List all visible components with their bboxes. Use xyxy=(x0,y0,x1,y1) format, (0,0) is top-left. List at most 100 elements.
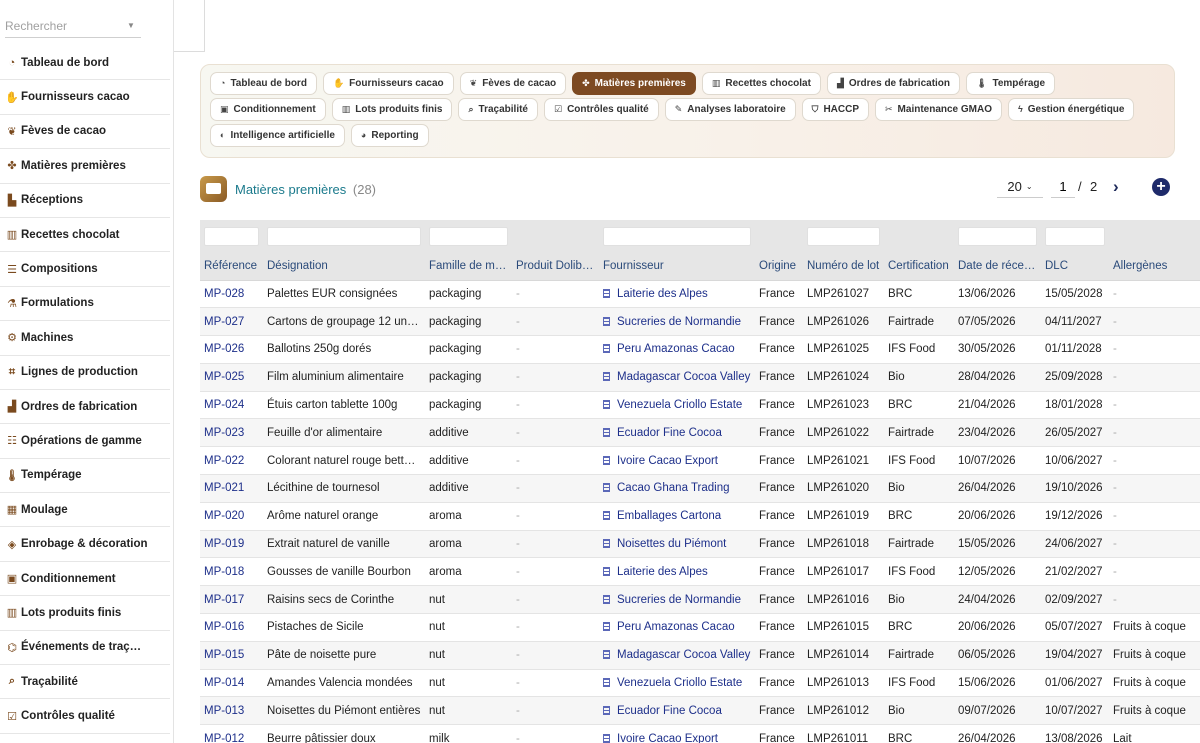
sidebar-item[interactable]: ✤ Matières premières xyxy=(0,149,170,184)
reference-link[interactable]: MP-027 xyxy=(200,307,263,337)
reference-link[interactable]: MP-021 xyxy=(200,474,263,503)
module-chip[interactable]: 🌡 Tempérage xyxy=(966,71,1056,95)
reference-link[interactable]: MP-019 xyxy=(200,530,263,559)
reference-link[interactable]: MP-026 xyxy=(200,335,263,364)
table-row[interactable]: MP-026 Ballotins 250g dorés packaging - Peru… xyxy=(200,335,1200,364)
supplier-link[interactable]: Peru Amazonas Cacao xyxy=(599,335,755,364)
sidebar-item[interactable]: ☑ Contrôles qualité xyxy=(0,699,170,734)
supplier-link[interactable]: Emballages Cartona xyxy=(599,502,755,531)
reference-link[interactable]: MP-028 xyxy=(200,280,263,309)
sidebar-item[interactable]: ▥ Recettes chocolat xyxy=(0,218,170,253)
module-chip[interactable]: ✂ Maintenance GMAO xyxy=(875,97,1003,121)
supplier-link[interactable]: Venezuela Criollo Estate xyxy=(599,669,755,698)
sidebar-item[interactable]: ⌬ Événements de traç… xyxy=(0,631,170,666)
sidebar-item[interactable]: ❦ Fèves de cacao xyxy=(0,115,170,150)
sidebar-item[interactable]: ⌗ Lignes de production xyxy=(0,356,170,390)
table-row[interactable]: MP-024 Étuis carton tablette 100g packagin… xyxy=(200,391,1200,420)
table-row[interactable]: MP-018 Gousses de vanille Bourbon aroma - La… xyxy=(200,557,1200,587)
supplier-link[interactable]: Madagascar Cocoa Valley xyxy=(599,641,755,670)
caret-down-icon[interactable]: ▼ xyxy=(127,21,135,30)
supplier-link[interactable]: Laiterie des Alpes xyxy=(599,280,755,309)
column-header[interactable]: Fournisseur xyxy=(599,253,755,281)
table-row[interactable]: MP-028 Palettes EUR consignées packaging - L… xyxy=(200,280,1200,309)
module-chip[interactable]: ϟ Gestion énergétique xyxy=(1008,97,1135,121)
table-row[interactable]: MP-014 Amandes Valencia mondées nut - Venezu… xyxy=(200,669,1200,698)
table-row[interactable]: MP-015 Pâte de noisette pure nut - Madagasca… xyxy=(200,641,1200,670)
module-chip[interactable]: ⌕ Traçabilité xyxy=(458,97,538,121)
supplier-link[interactable]: Ecuador Fine Cocoa xyxy=(599,696,755,726)
column-filter-input[interactable] xyxy=(204,227,259,246)
reference-link[interactable]: MP-017 xyxy=(200,585,263,615)
sidebar-item[interactable]: ▙ Réceptions xyxy=(0,184,170,218)
reference-link[interactable]: MP-020 xyxy=(200,502,263,531)
column-filter-input[interactable] xyxy=(429,227,508,246)
sidebar-item[interactable]: ⚗ Formulations xyxy=(0,287,170,322)
column-header[interactable]: Produit Dolib… xyxy=(512,253,599,281)
supplier-link[interactable]: Ecuador Fine Cocoa xyxy=(599,418,755,448)
sidebar-item[interactable]: ◈ Enrobage & décoration xyxy=(0,527,170,562)
reference-link[interactable]: MP-014 xyxy=(200,669,263,698)
sidebar-item[interactable]: ▥ Lots produits finis xyxy=(0,596,170,631)
module-chip[interactable]: ❦ Fèves de cacao xyxy=(459,71,567,95)
module-chip[interactable]: ☑ Contrôles qualité xyxy=(543,97,659,121)
module-chip[interactable]: ◐ Intelligence artificielle xyxy=(210,123,345,147)
supplier-link[interactable]: Madagascar Cocoa Valley xyxy=(599,363,755,392)
module-chip[interactable]: ▥ Recettes chocolat xyxy=(701,71,821,95)
module-chip[interactable]: ◕ Reporting xyxy=(350,123,429,147)
supplier-link[interactable]: Noisettes du Piémont xyxy=(599,530,755,559)
module-chip[interactable]: ◔ Tableau de bord xyxy=(210,71,317,95)
sidebar-item[interactable]: ✋ Fournisseurs cacao xyxy=(0,80,170,115)
add-record-icon[interactable]: + xyxy=(1152,178,1170,196)
module-chip[interactable]: ⛉ HACCP xyxy=(801,97,869,121)
sidebar-item[interactable]: ☰ Compositions xyxy=(0,252,170,287)
supplier-link[interactable]: Laiterie des Alpes xyxy=(599,557,755,587)
table-row[interactable]: MP-022 Colorant naturel rouge bette… addit… xyxy=(200,446,1200,476)
search-box[interactable]: ▼ xyxy=(5,14,141,38)
sidebar-item[interactable]: ▣ Conditionnement xyxy=(0,562,170,597)
reference-link[interactable]: MP-022 xyxy=(200,446,263,476)
module-chip[interactable]: ✤ Matières premières xyxy=(572,71,696,95)
table-row[interactable]: MP-012 Beurre pâtissier doux milk - Ivoire C… xyxy=(200,724,1200,743)
column-filter-input[interactable] xyxy=(958,227,1037,246)
column-filter-input[interactable] xyxy=(1045,227,1105,246)
supplier-link[interactable]: Ivoire Cacao Export xyxy=(599,446,755,476)
reference-link[interactable]: MP-024 xyxy=(200,391,263,420)
column-header[interactable]: Numéro de lot xyxy=(803,253,884,281)
column-filter-input[interactable] xyxy=(267,227,421,246)
module-chip[interactable]: ▟ Ordres de fabrication xyxy=(826,71,961,95)
column-header[interactable]: Désignation xyxy=(263,253,425,281)
table-row[interactable]: MP-016 Pistaches de Sicile nut - Peru Amazon… xyxy=(200,613,1200,642)
reference-link[interactable]: MP-015 xyxy=(200,641,263,670)
sidebar-item[interactable]: ▟ Ordres de fabrication xyxy=(0,390,170,425)
page-size-select[interactable]: 20 ⌄ xyxy=(997,176,1043,198)
column-filter-input[interactable] xyxy=(603,227,751,246)
table-row[interactable]: MP-021 Lécithine de tournesol additive - Cac… xyxy=(200,474,1200,503)
sidebar-item[interactable]: 🌡 Tempérage xyxy=(0,459,170,494)
module-chip[interactable]: ▥ Lots produits finis xyxy=(331,97,453,121)
column-header[interactable]: Référence xyxy=(200,253,263,281)
sidebar-item[interactable]: ⌕ Traçabilité xyxy=(0,665,170,700)
page-number-input[interactable] xyxy=(1051,176,1075,198)
next-page-icon[interactable]: › xyxy=(1113,177,1119,197)
table-row[interactable]: MP-020 Arôme naturel orange aroma - Emballag… xyxy=(200,502,1200,531)
supplier-link[interactable]: Sucreries de Normandie xyxy=(599,307,755,337)
sidebar-item[interactable]: ☷ Opérations de gamme xyxy=(0,424,170,459)
column-header[interactable]: Famille de m… xyxy=(425,253,512,281)
reference-link[interactable]: MP-012 xyxy=(200,724,263,743)
table-row[interactable]: MP-023 Feuille d'or alimentaire additive - E… xyxy=(200,418,1200,448)
supplier-link[interactable]: Cacao Ghana Trading xyxy=(599,474,755,503)
table-row[interactable]: MP-013 Noisettes du Piémont entières nut - E… xyxy=(200,696,1200,726)
table-row[interactable]: MP-019 Extrait naturel de vanille aroma - No… xyxy=(200,530,1200,559)
module-chip[interactable]: ▣ Conditionnement xyxy=(210,97,326,121)
reference-link[interactable]: MP-016 xyxy=(200,613,263,642)
reference-link[interactable]: MP-018 xyxy=(200,557,263,587)
column-filter-input[interactable] xyxy=(807,227,880,246)
table-row[interactable]: MP-025 Film aluminium alimentaire packagin… xyxy=(200,363,1200,392)
column-header[interactable]: Date de récep… xyxy=(954,253,1041,281)
sidebar-item[interactable]: ◔ Tableau de bord xyxy=(0,46,170,81)
supplier-link[interactable]: Ivoire Cacao Export xyxy=(599,724,755,743)
module-chip[interactable]: ✎ Analyses laboratoire xyxy=(664,97,796,121)
column-header[interactable]: Allergènes xyxy=(1109,253,1200,281)
reference-link[interactable]: MP-023 xyxy=(200,418,263,448)
supplier-link[interactable]: Venezuela Criollo Estate xyxy=(599,391,755,420)
